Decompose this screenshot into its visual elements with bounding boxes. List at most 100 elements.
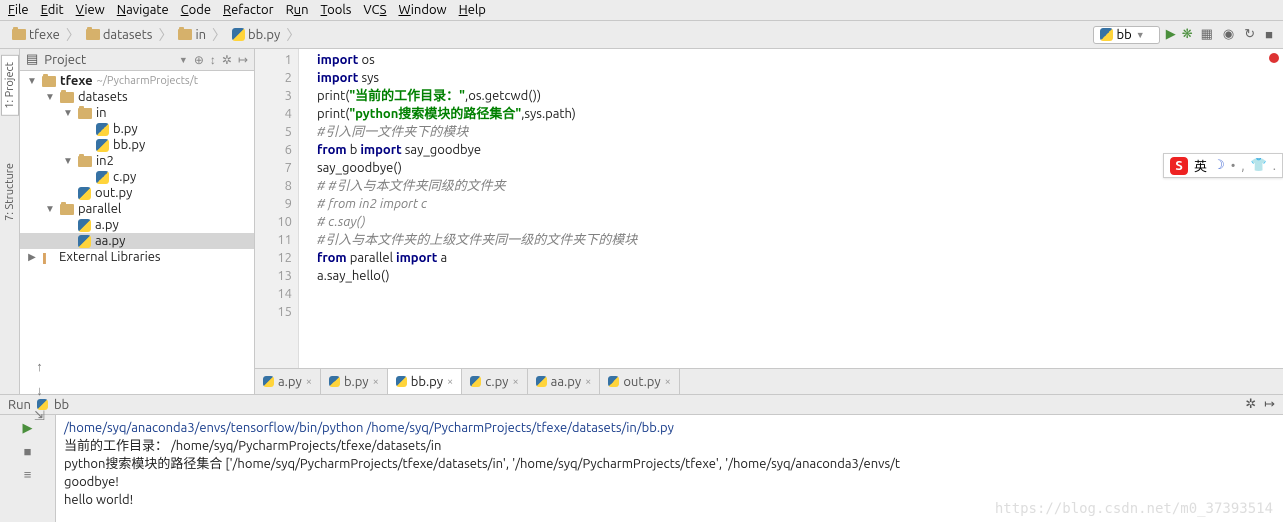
editor-tab[interactable]: c.py ×: [462, 369, 527, 394]
python-file-icon: [78, 187, 91, 200]
watermark: https://blog.csdn.net/m0_37393514: [995, 500, 1273, 518]
tree-item[interactable]: ▶External Libraries: [20, 249, 254, 265]
python-file-icon: [608, 376, 619, 387]
tree-item[interactable]: ▼datasets: [20, 89, 254, 105]
close-icon[interactable]: ×: [665, 376, 671, 388]
tab-label: bb.py: [411, 375, 443, 389]
tree-label: bb.py: [113, 138, 145, 152]
run-configuration-selector[interactable]: bb ▼: [1093, 26, 1160, 44]
menu-vcs[interactable]: VCS: [363, 3, 386, 17]
close-icon[interactable]: ×: [373, 376, 379, 388]
tree-item[interactable]: b.py: [20, 121, 254, 137]
tree-item[interactable]: ▼parallel: [20, 201, 254, 217]
editor-tab[interactable]: b.py×: [321, 369, 388, 394]
rerun-icon[interactable]: ▶: [23, 421, 33, 436]
tab-label: out.py: [623, 375, 660, 389]
tree-twisty-icon[interactable]: ▶: [26, 251, 38, 263]
tool-tab-project[interactable]: 1: Project: [1, 55, 19, 116]
coverage-button[interactable]: ▦: [1199, 27, 1215, 42]
editor-tab[interactable]: a.py×: [255, 369, 321, 394]
tree-item[interactable]: ▼in2: [20, 153, 254, 169]
tree-twisty-icon[interactable]: ▼: [44, 91, 56, 103]
toolbar: tfexe〉datasets〉in〉bb.py〉 bb ▼ ▶ ❋ ▦ ◉ ↻ …: [0, 21, 1283, 49]
menu-help[interactable]: Help: [459, 3, 486, 17]
chevron-right-icon: 〉: [212, 25, 226, 45]
chevron-right-icon: 〉: [286, 25, 300, 45]
tree-item[interactable]: aa.py: [20, 233, 254, 249]
tool-tab-structure[interactable]: 7: Structure: [1, 156, 19, 228]
python-file-icon: [396, 376, 407, 387]
menu-view[interactable]: View: [76, 3, 105, 17]
folder-icon: [42, 76, 56, 87]
run-panel-title: Run: [8, 398, 31, 412]
menu-navigate[interactable]: Navigate: [117, 3, 169, 17]
console-command: /home/syq/anaconda3/envs/tensorflow/bin/…: [64, 419, 1275, 437]
stop-icon[interactable]: ■: [24, 444, 32, 459]
menu-code[interactable]: Code: [181, 3, 211, 17]
breadcrumb-item[interactable]: bb.py: [228, 27, 284, 43]
close-icon[interactable]: ×: [447, 376, 453, 388]
console-output[interactable]: /home/syq/anaconda3/envs/tensorflow/bin/…: [56, 415, 1283, 522]
tree-item[interactable]: ▼ tfexe ~/PycharmProjects/t: [20, 73, 254, 89]
tree-note: ~/PycharmProjects/t: [97, 75, 198, 87]
rerun-button[interactable]: ↻: [1242, 27, 1257, 42]
run-panel: Run bb ✲ ↦ ▶ ■ ≡ ↑ ↓ ⇲ /home/syq/anacond…: [0, 394, 1283, 522]
tree-item[interactable]: a.py: [20, 217, 254, 233]
collapse-all-icon[interactable]: ↕: [210, 53, 216, 67]
menu-tools[interactable]: Tools: [321, 3, 352, 17]
editor: 123456789101112131415 import osimport sy…: [255, 49, 1283, 394]
profile-button[interactable]: ◉: [1221, 27, 1236, 42]
tree-item[interactable]: out.py: [20, 185, 254, 201]
tree-twisty-icon[interactable]: ▼: [26, 75, 38, 87]
ime-indicator[interactable]: S 英 ☽ • , 👕 .: [1163, 153, 1283, 178]
editor-tab[interactable]: bb.py ×: [388, 369, 462, 394]
console-line: goodbye!: [64, 473, 1275, 491]
export-icon[interactable]: ⇲: [34, 415, 45, 424]
tab-label: c.py: [485, 375, 508, 389]
close-icon[interactable]: ×: [306, 376, 312, 388]
editor-tab[interactable]: aa.py×: [528, 369, 601, 394]
debug-button[interactable]: ❋: [1182, 27, 1193, 42]
menu-window[interactable]: Window: [398, 3, 446, 17]
hide-icon[interactable]: ↦: [238, 53, 248, 67]
project-view-icon: ▤: [26, 52, 38, 67]
tree-twisty-icon[interactable]: ▼: [62, 107, 74, 119]
tree-twisty-icon[interactable]: ▼: [44, 203, 56, 215]
tree-label: aa.py: [95, 234, 125, 248]
scroll-from-source-icon[interactable]: ⊕: [194, 53, 204, 67]
tree-label: out.py: [95, 186, 132, 200]
folder-icon: [60, 204, 74, 215]
breadcrumb-item[interactable]: tfexe: [8, 27, 64, 43]
tree-label: a.py: [95, 218, 119, 232]
close-icon[interactable]: ×: [512, 376, 518, 388]
run-panel-script: bb: [54, 398, 69, 412]
editor-tab[interactable]: out.py ×: [600, 369, 680, 394]
stop-button[interactable]: ■: [1263, 27, 1275, 42]
tree-item[interactable]: ▼in: [20, 105, 254, 121]
project-tree[interactable]: ▼ tfexe ~/PycharmProjects/t ▼datasets▼inb.…: [20, 71, 254, 394]
menu-edit[interactable]: Edit: [41, 3, 64, 17]
run-button[interactable]: ▶: [1166, 27, 1176, 42]
breadcrumb: tfexe〉datasets〉in〉bb.py〉: [8, 25, 300, 45]
pause-icon[interactable]: ≡: [24, 467, 32, 482]
tree-item[interactable]: bb.py: [20, 137, 254, 153]
person-icon: 👕: [1251, 158, 1267, 173]
close-icon[interactable]: ×: [585, 376, 591, 388]
tree-label: tfexe: [60, 74, 93, 88]
error-indicator-icon[interactable]: [1269, 53, 1279, 63]
run-hide-icon[interactable]: ↦: [1264, 397, 1275, 412]
run-settings-icon[interactable]: ✲: [1245, 397, 1256, 412]
breadcrumb-item[interactable]: in: [174, 27, 210, 43]
menu-bar: File Edit View Navigate Code Refactor Ru…: [0, 0, 1283, 21]
menu-run[interactable]: Run: [286, 3, 309, 17]
python-file-icon: [263, 376, 274, 387]
menu-file[interactable]: File: [8, 3, 29, 17]
menu-refactor[interactable]: Refactor: [223, 3, 274, 17]
breadcrumb-item[interactable]: datasets: [82, 27, 157, 43]
code-area[interactable]: import osimport sysprint("当前的工作目录：",os.g…: [299, 49, 1283, 368]
tree-label: c.py: [113, 170, 136, 184]
settings-icon[interactable]: ✲: [222, 53, 232, 67]
tree-twisty-icon[interactable]: ▼: [62, 155, 74, 167]
library-icon: [42, 251, 55, 264]
tree-item[interactable]: c.py: [20, 169, 254, 185]
